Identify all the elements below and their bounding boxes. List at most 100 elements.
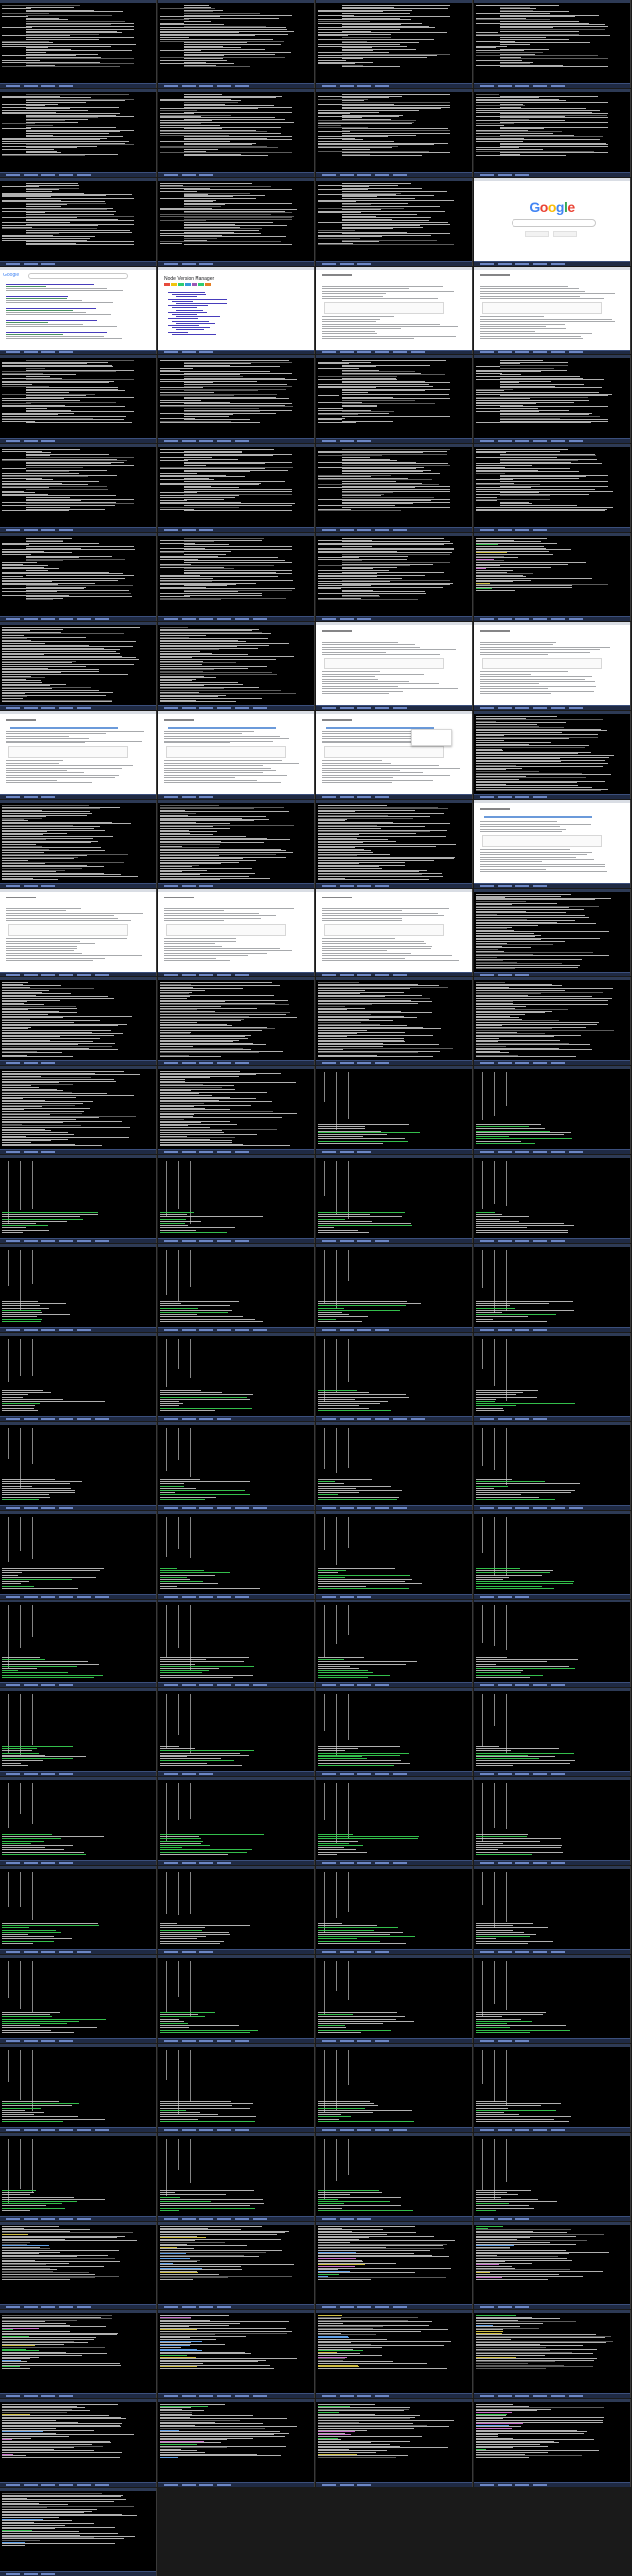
- taskbar-app-button[interactable]: [41, 1951, 55, 1953]
- taskbar-app-button[interactable]: [551, 707, 565, 709]
- taskbar-app-button[interactable]: [357, 2040, 371, 2042]
- taskbar-app-button[interactable]: [164, 1862, 178, 1864]
- taskbar-app-button[interactable]: [498, 1596, 512, 1598]
- taskbar-app-button[interactable]: [199, 1684, 213, 1686]
- taskbar-app-button[interactable]: [340, 440, 354, 442]
- taskbar-app-button[interactable]: [533, 707, 547, 709]
- taskbar-app-button[interactable]: [393, 1773, 407, 1775]
- taskbar-app-button[interactable]: [164, 618, 178, 620]
- taskbar-app-button[interactable]: [357, 1507, 371, 1509]
- taskbar-app-button[interactable]: [322, 1151, 336, 1153]
- taskbar-app-button[interactable]: [199, 174, 213, 176]
- taskbar-app-button[interactable]: [515, 1773, 529, 1775]
- taskbar-app-button[interactable]: [515, 351, 529, 353]
- taskbar-app-button[interactable]: [6, 351, 20, 353]
- taskbar-app-button[interactable]: [235, 1151, 249, 1153]
- taskbar-app-button[interactable]: [24, 796, 38, 798]
- taskbar-app-button[interactable]: [340, 2306, 354, 2308]
- taskbar-app-button[interactable]: [498, 2040, 512, 2042]
- taskbar-app-button[interactable]: [515, 1151, 529, 1153]
- taskbar-app-button[interactable]: [357, 1684, 371, 1686]
- taskbar-app-button[interactable]: [357, 885, 371, 887]
- taskbar-app-button[interactable]: [217, 1596, 231, 1598]
- taskbar-app-button[interactable]: [41, 1418, 55, 1420]
- taskbar-app-button[interactable]: [340, 2484, 354, 2486]
- taskbar-app-button[interactable]: [498, 440, 512, 442]
- taskbar-app-button[interactable]: [182, 1596, 196, 1598]
- taskbar-app-button[interactable]: [24, 2218, 38, 2220]
- taskbar-app-button[interactable]: [480, 1329, 494, 1331]
- taskbar-app-button[interactable]: [41, 1684, 55, 1686]
- taskbar-app-button[interactable]: [164, 2040, 178, 2042]
- taskbar-app-button[interactable]: [322, 885, 336, 887]
- taskbar-app-button[interactable]: [6, 1684, 20, 1686]
- taskbar-app-button[interactable]: [322, 1240, 336, 1242]
- taskbar-app-button[interactable]: [217, 1240, 231, 1242]
- toc-link[interactable]: [172, 307, 198, 309]
- taskbar-app-button[interactable]: [199, 1862, 213, 1864]
- taskbar-app-button[interactable]: [340, 1151, 354, 1153]
- taskbar-app-button[interactable]: [498, 263, 512, 265]
- taskbar-app-button[interactable]: [498, 2306, 512, 2308]
- taskbar-app-button[interactable]: [95, 1240, 109, 1242]
- taskbar-app-button[interactable]: [182, 1862, 196, 1864]
- taskbar-app-button[interactable]: [41, 2218, 55, 2220]
- taskbar-app-button[interactable]: [515, 1418, 529, 1420]
- taskbar-app-button[interactable]: [480, 2040, 494, 2042]
- taskbar-app-button[interactable]: [95, 618, 109, 620]
- taskbar-app-button[interactable]: [41, 796, 55, 798]
- taskbar-app-button[interactable]: [6, 1951, 20, 1953]
- taskbar-app-button[interactable]: [569, 351, 583, 353]
- taskbar-app-button[interactable]: [515, 1596, 529, 1598]
- taskbar-app-button[interactable]: [41, 1151, 55, 1153]
- taskbar-app-button[interactable]: [59, 85, 73, 87]
- taskbar-app-button[interactable]: [6, 263, 20, 265]
- taskbar-app-button[interactable]: [59, 1329, 73, 1331]
- taskbar-app-button[interactable]: [24, 85, 38, 87]
- taskbar-app-button[interactable]: [357, 263, 371, 265]
- taskbar-app-button[interactable]: [199, 1329, 213, 1331]
- taskbar-app-button[interactable]: [77, 1596, 91, 1598]
- taskbar-app-button[interactable]: [164, 796, 178, 798]
- taskbar-app-button[interactable]: [6, 1773, 20, 1775]
- taskbar-app-button[interactable]: [217, 2218, 231, 2220]
- taskbar-app-button[interactable]: [340, 707, 354, 709]
- taskbar-app-button[interactable]: [199, 2395, 213, 2397]
- taskbar-app-button[interactable]: [375, 1062, 389, 1064]
- taskbar-app-button[interactable]: [498, 1062, 512, 1064]
- taskbar-app-button[interactable]: [393, 1418, 407, 1420]
- taskbar-app-button[interactable]: [322, 2129, 336, 2131]
- taskbar-app-button[interactable]: [480, 1507, 494, 1509]
- taskbar-app-button[interactable]: [340, 263, 354, 265]
- taskbar-app-button[interactable]: [515, 1684, 529, 1686]
- taskbar-app-button[interactable]: [6, 1240, 20, 1242]
- taskbar-app-button[interactable]: [569, 2395, 583, 2397]
- taskbar-app-button[interactable]: [340, 1507, 354, 1509]
- taskbar-app-button[interactable]: [24, 1418, 38, 1420]
- taskbar-app-button[interactable]: [551, 1773, 565, 1775]
- taskbar-app-button[interactable]: [164, 1240, 178, 1242]
- taskbar-app-button[interactable]: [59, 2040, 73, 2042]
- result-title-link[interactable]: [6, 296, 68, 297]
- taskbar-app-button[interactable]: [498, 351, 512, 353]
- taskbar-app-button[interactable]: [182, 2218, 196, 2220]
- taskbar-app-button[interactable]: [340, 1329, 354, 1331]
- result-title-link[interactable]: [6, 308, 96, 309]
- taskbar-app-button[interactable]: [569, 618, 583, 620]
- taskbar-app-button[interactable]: [199, 2484, 213, 2486]
- taskbar-app-button[interactable]: [182, 2395, 196, 2397]
- taskbar-app-button[interactable]: [357, 440, 371, 442]
- result-title-link[interactable]: [6, 320, 98, 321]
- taskbar-app-button[interactable]: [393, 529, 407, 531]
- taskbar-app-button[interactable]: [199, 707, 213, 709]
- taskbar-app-button[interactable]: [357, 1862, 371, 1864]
- taskbar-app-button[interactable]: [95, 1418, 109, 1420]
- taskbar-app-button[interactable]: [393, 2306, 407, 2308]
- taskbar-app-button[interactable]: [235, 2395, 249, 2397]
- taskbar-app-button[interactable]: [235, 2129, 249, 2131]
- taskbar-app-button[interactable]: [375, 796, 389, 798]
- taskbar-app-button[interactable]: [41, 351, 55, 353]
- taskbar-app-button[interactable]: [199, 974, 213, 976]
- taskbar-app-button[interactable]: [498, 1507, 512, 1509]
- taskbar-app-button[interactable]: [24, 707, 38, 709]
